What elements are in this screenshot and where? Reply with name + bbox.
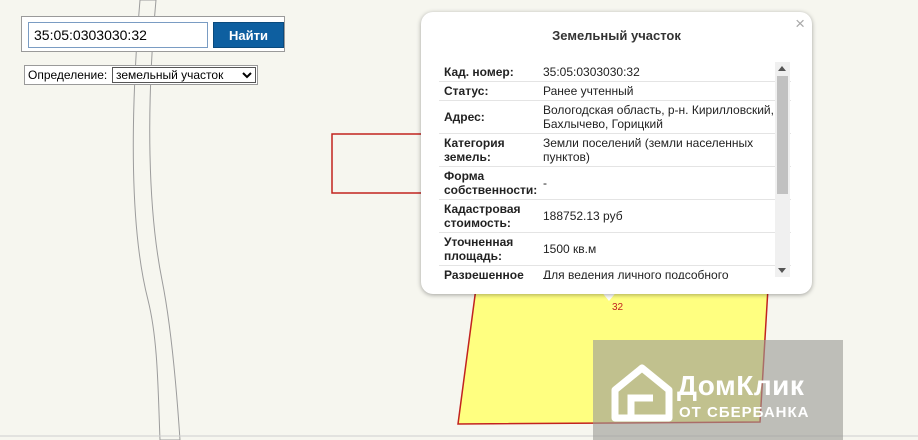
chevron-down-icon	[242, 72, 252, 79]
info-row-value: 35:05:0303030:32	[538, 63, 791, 82]
brand-subtitle: ОТ СБЕРБАНКА	[679, 404, 810, 421]
info-row: Кад. номер: 35:05:0303030:32	[439, 63, 791, 82]
info-row-key: Адрес:	[439, 100, 538, 134]
info-row-value: Земли поселений (земли населенных пункто…	[538, 133, 791, 167]
brand-name: ДомКлик	[677, 370, 805, 401]
info-row-key: Кад. номер:	[439, 63, 538, 82]
info-row: Уточненная площадь: 1500 кв.м	[439, 232, 791, 266]
domclick-watermark: ДомКлик ОТ СБЕРБАНКА	[593, 340, 843, 440]
scroll-thumb[interactable]	[777, 76, 788, 194]
info-row: Кадастровая стоимость: 188752.13 руб	[439, 199, 791, 233]
info-row-value: -	[538, 166, 791, 200]
popup-title: Земельный участок	[552, 28, 681, 43]
info-row-key: Уточненная площадь:	[439, 232, 538, 266]
info-row-value: Вологодская область, р-н. Кирилловский, …	[538, 100, 791, 134]
parcel-info-popup: × Земельный участок Кад. номер: 35:05:030…	[421, 12, 812, 294]
scroll-up-icon[interactable]	[778, 66, 786, 71]
house-logo-icon	[611, 364, 673, 422]
popup-scrollbar[interactable]	[775, 62, 790, 277]
info-row-key: Статус:	[439, 81, 538, 101]
scroll-down-icon[interactable]	[778, 268, 786, 273]
info-row: Форма собственности: -	[439, 166, 791, 200]
info-row: Статус: Ранее учтенный	[439, 81, 791, 101]
parcel-number: 32	[612, 302, 624, 313]
info-row-value: Ранее учтенный	[538, 81, 791, 101]
definition-select[interactable]: земельный участок	[112, 67, 256, 83]
info-row-value: 188752.13 руб	[538, 199, 791, 233]
info-row-value: 1500 кв.м	[538, 232, 791, 266]
cadastral-number-input[interactable]	[28, 22, 208, 48]
search-panel: Найти	[21, 16, 285, 52]
find-button[interactable]: Найти	[213, 22, 284, 48]
info-row: Адрес: Вологодская область, р-н. Кириллов…	[439, 100, 791, 134]
definition-panel: Определение: земельный участок	[24, 65, 258, 85]
definition-selected-value: земельный участок	[116, 68, 224, 82]
info-row-key: Разрешенное	[439, 265, 538, 279]
info-row-key: Категория земель:	[439, 133, 538, 167]
info-row-key: Форма собственности:	[439, 166, 538, 200]
info-row-value: Для ведения личного подсобного	[538, 265, 791, 279]
info-row-key: Кадастровая стоимость:	[439, 199, 538, 233]
info-row: Категория земель: Земли поселений (земли …	[439, 133, 791, 167]
definition-label: Определение:	[28, 68, 108, 82]
popup-body: Кад. номер: 35:05:0303030:32 Статус: Ранее …	[439, 63, 791, 279]
info-row: Разрешенное Для ведения личного подсобног…	[439, 265, 791, 279]
parcel-info-table: Кад. номер: 35:05:0303030:32 Статус: Ранее …	[439, 63, 791, 279]
